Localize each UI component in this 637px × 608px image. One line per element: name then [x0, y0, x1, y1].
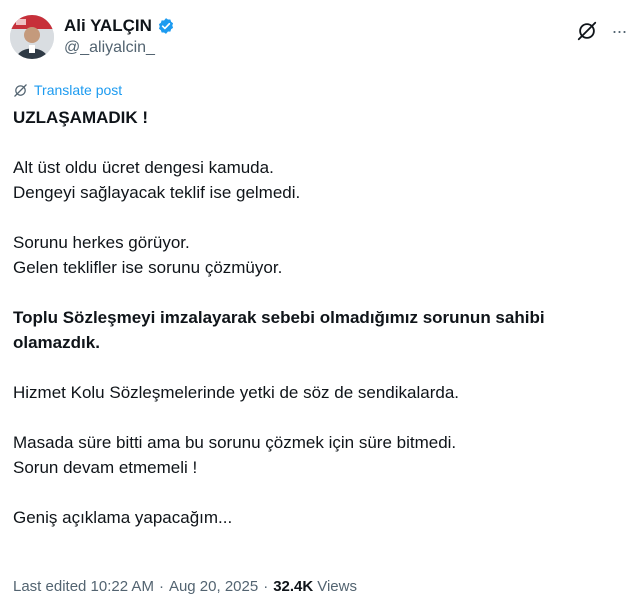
- post-line: Sorunu herkes görüyor.: [13, 233, 190, 252]
- verified-badge-icon[interactable]: [157, 17, 175, 35]
- post-line: Geniş açıklama yapacağım...: [13, 508, 233, 527]
- post-line: Alt üst oldu ücret dengesi kamuda.: [13, 158, 274, 177]
- handle[interactable]: @_aliyalcin_: [64, 39, 175, 57]
- header-actions: ···: [576, 20, 630, 42]
- separator: ·: [263, 578, 269, 595]
- display-name-row: Ali YALÇIN: [64, 15, 175, 37]
- post-line: Toplu Sözleşmeyi imzalayarak sebebi olma…: [13, 308, 545, 327]
- tweet: Ali YALÇIN @_aliyalcin_ ··· Translate po…: [0, 0, 637, 608]
- tweet-footer: Last edited 10:22 AM · Aug 20, 2025 · 32…: [13, 578, 357, 595]
- views-label: Views: [317, 578, 357, 595]
- post-line: Masada süre bitti ama bu sorunu çözmek i…: [13, 433, 457, 452]
- post-line: olamazdık.: [13, 333, 100, 352]
- post-line: UZLAŞAMADIK !: [13, 108, 149, 127]
- avatar[interactable]: [10, 15, 54, 59]
- tweet-header: Ali YALÇIN @_aliyalcin_ ···: [10, 12, 630, 62]
- post-line: Gelen teklifler ise sorunu çözmüyor.: [13, 258, 283, 277]
- translate-post-label[interactable]: Translate post: [34, 82, 122, 98]
- display-name[interactable]: Ali YALÇIN: [64, 16, 152, 36]
- tweet-body: UZLAŞAMADIK ! Alt üst oldu ücret dengesi…: [13, 105, 628, 530]
- post-date[interactable]: Aug 20, 2025: [169, 578, 258, 595]
- views-count[interactable]: 32.4K: [273, 578, 313, 595]
- post-line: Hizmet Kolu Sözleşmelerinde yetki de söz…: [13, 383, 460, 402]
- translate-post-link[interactable]: Translate post: [13, 82, 122, 98]
- more-icon[interactable]: ···: [608, 20, 630, 42]
- translate-icon: [13, 83, 28, 98]
- post-line: Dengeyi sağlayacak teklif ise gelmedi.: [13, 183, 301, 202]
- grok-icon[interactable]: [576, 20, 598, 42]
- name-block: Ali YALÇIN @_aliyalcin_: [64, 15, 175, 57]
- separator: ·: [158, 578, 164, 595]
- post-line: Sorun devam etmemeli !: [13, 458, 198, 477]
- edited-timestamp[interactable]: Last edited 10:22 AM: [13, 578, 154, 595]
